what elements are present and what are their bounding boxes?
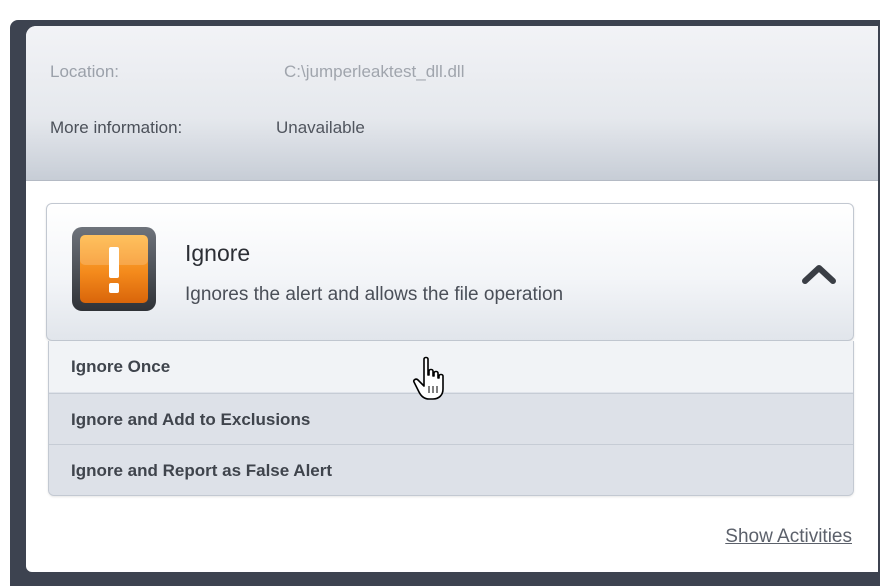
location-value: C:\jumperleaktest_dll.dll <box>284 62 465 81</box>
option-ignore-and-add-to-exclusions[interactable]: Ignore and Add to Exclusions <box>49 393 853 444</box>
option-ignore-once[interactable]: Ignore Once <box>49 341 853 392</box>
action-description: Ignores the alert and allows the file op… <box>185 284 564 305</box>
more-information-value: Unavailable <box>276 118 365 137</box>
option-ignore-and-report-false-alert[interactable]: Ignore and Report as False Alert <box>49 444 853 495</box>
action-title: Ignore <box>185 240 251 266</box>
show-activities-link[interactable]: Show Activities <box>725 526 852 548</box>
file-info-section: Location: C:\jumperleaktest_dll.dll More… <box>26 26 878 181</box>
ignore-options-list: Ignore Once Ignore and Add to Exclusions… <box>48 341 854 496</box>
ignore-action-card[interactable]: Ignore Ignores the alert and allows the … <box>46 203 854 341</box>
more-information-label: More information: <box>50 118 183 137</box>
warning-exclamation-icon <box>72 227 156 311</box>
chevron-up-icon[interactable] <box>799 262 839 286</box>
alert-panel: Location: C:\jumperleaktest_dll.dll More… <box>26 26 878 572</box>
location-label: Location: <box>50 62 119 81</box>
